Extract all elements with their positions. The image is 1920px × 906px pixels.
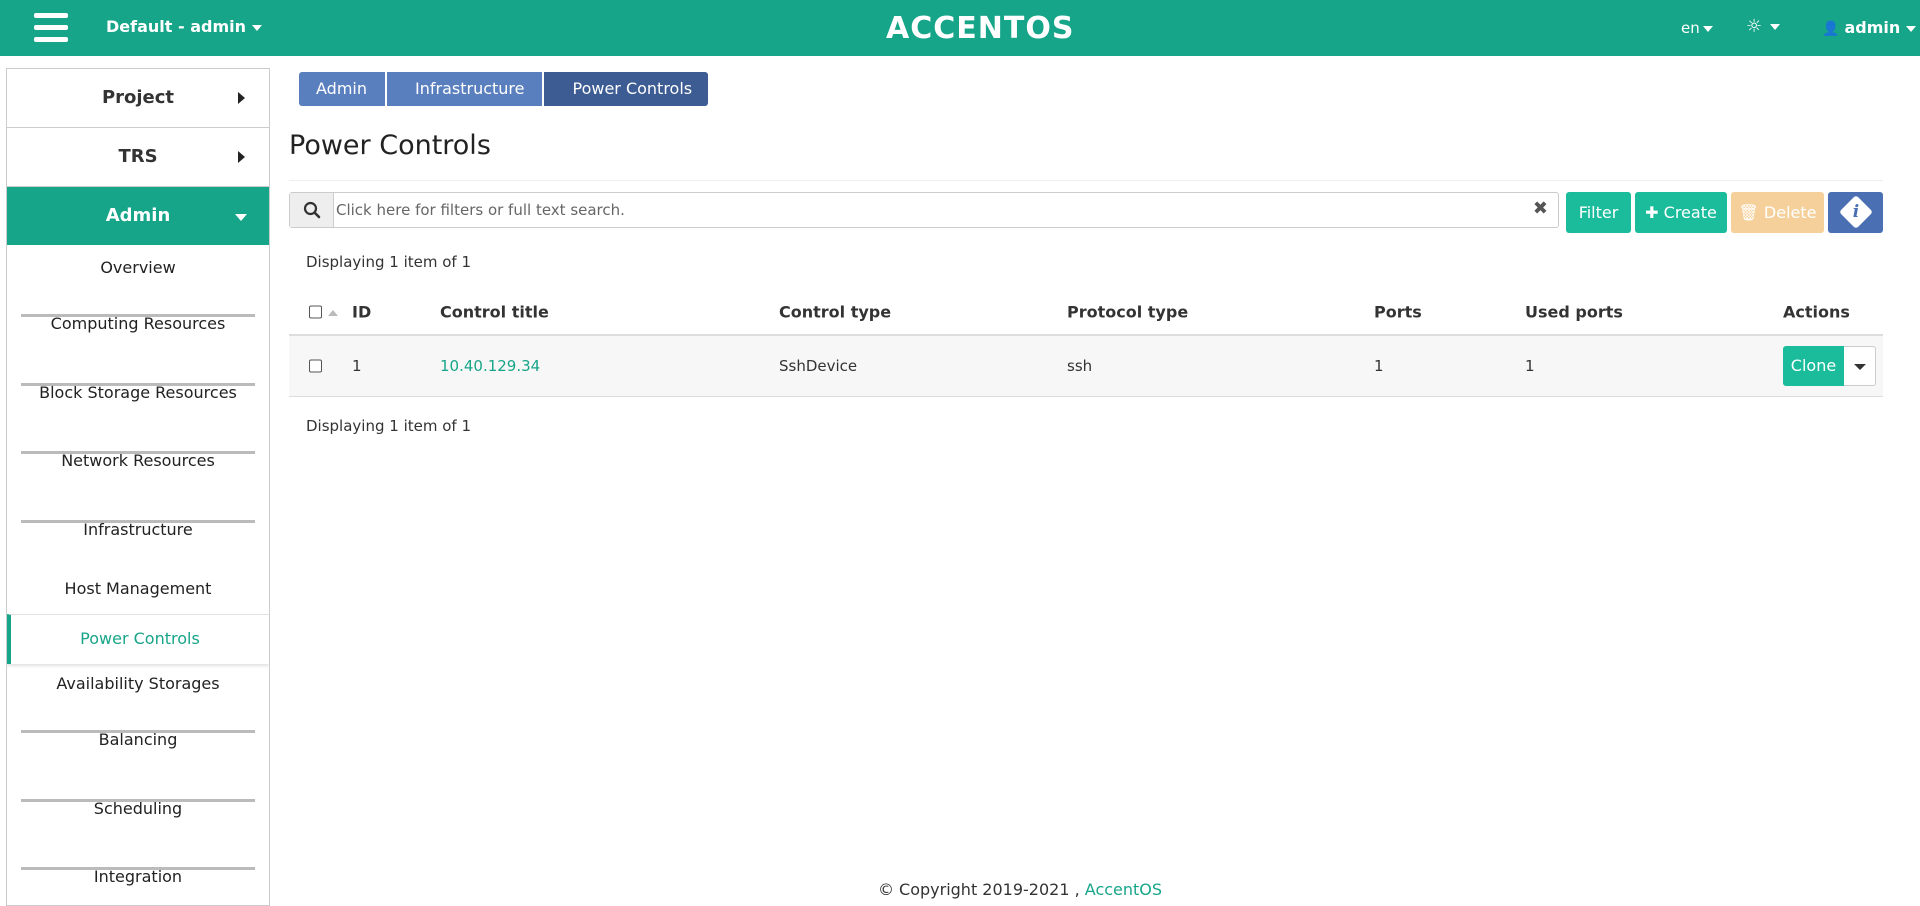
delete-button[interactable]: 🗑 Delete [1731,192,1824,233]
caret-down-icon [1770,24,1781,30]
divider [289,180,1883,181]
sidebar-item-scheduling[interactable]: Scheduling [7,799,269,834]
select-all-checkbox[interactable] [309,305,322,319]
sidebar-item-label: Infrastructure [83,520,193,539]
column-header-id[interactable]: ID [352,303,371,322]
sidebar-item-network-resources[interactable]: Network Resources [7,451,269,486]
column-header-actions: Actions [1783,302,1850,322]
breadcrumb-power-controls: Power Controls [544,72,709,106]
breadcrumb: Admin Infrastructure Power Controls [299,72,710,106]
sidebar-project[interactable]: Project [7,69,269,128]
page-title: Power Controls [289,130,491,161]
project-switcher-label: Default - admin [106,17,246,36]
language-selector[interactable]: en [1681,19,1713,37]
sidebar-item-label: Scheduling [93,799,183,818]
filter-button[interactable]: Filter [1566,192,1631,233]
footer: © Copyright 2019-2021 , AccentOS [0,880,1920,899]
sidebar-item-availability-storages[interactable]: Availability Storages [7,674,269,693]
search-icon [290,193,334,227]
item-count-bottom: Displaying 1 item of 1 [306,417,471,435]
delete-button-label: Delete [1763,203,1817,222]
sidebar-item-overview[interactable]: Overview [7,258,269,277]
table-header: ID Control title Control type Protocol t… [289,290,1883,336]
sidebar-item-label: Balancing [98,730,178,749]
info-button[interactable]: i [1828,192,1883,233]
column-header-protocol-type[interactable]: Protocol type [1067,303,1188,322]
sidebar-item-computing-resources[interactable]: Computing Resources [7,314,269,349]
sidebar-item-host-management[interactable]: Host Management [7,579,269,598]
user-name: admin [1844,18,1901,37]
sidebar-admin[interactable]: Admin [7,187,269,245]
breadcrumb-infrastructure[interactable]: Infrastructure [387,72,543,106]
sidebar: Project TRS Admin Overview Computing Res… [6,68,270,906]
user-icon: 👤 [1822,21,1840,37]
cell-control-type: SshDevice [779,357,858,375]
breadcrumb-admin[interactable]: Admin [299,72,385,106]
menu-icon[interactable] [34,13,68,43]
sidebar-item-label: Network Resources [61,451,215,470]
sun-icon: ☼ [1746,16,1763,37]
control-title-link[interactable]: 10.40.129.34 [440,357,540,375]
cell-id: 1 [352,357,362,375]
sidebar-project-label: Project [101,87,175,108]
caret-down-icon [1906,25,1917,32]
sidebar-trs-label: TRS [118,146,158,167]
sidebar-item-infrastructure[interactable]: Infrastructure [7,520,269,555]
chevron-right-icon [238,92,245,104]
actions-dropdown-toggle[interactable] [1844,346,1876,386]
table-row: 1 10.40.129.34 SshDevice ssh 1 1 Clone [289,336,1883,397]
language-label: en [1681,19,1700,37]
row-checkbox[interactable] [309,359,322,373]
cell-ports: 1 [1374,357,1384,375]
search-bar: ✖ [289,192,1559,228]
column-header-control-type[interactable]: Control type [779,303,891,322]
sidebar-item-balancing[interactable]: Balancing [7,730,269,765]
sort-asc-icon[interactable] [328,310,338,316]
plus-icon: ✚ [1645,203,1659,222]
info-icon: i [1838,195,1873,229]
theme-selector[interactable]: ☼ [1746,16,1781,37]
create-button[interactable]: ✚ Create [1635,192,1727,233]
logo: ACCENTOS [886,11,1075,46]
copyright-text: © Copyright 2019-2021 , [877,880,1080,899]
sidebar-trs[interactable]: TRS [7,128,269,187]
sidebar-admin-label: Admin [105,205,171,226]
column-header-ports[interactable]: Ports [1374,303,1422,322]
column-header-control-title[interactable]: Control title [440,303,549,322]
column-header-used-ports[interactable]: Used ports [1525,303,1623,322]
chevron-down-icon [235,214,247,221]
caret-down-icon [1702,25,1713,32]
row-actions: Clone [1783,346,1876,386]
close-icon[interactable]: ✖ [1533,198,1548,219]
sidebar-item-power-controls[interactable]: Power Controls [7,614,269,664]
clone-button[interactable]: Clone [1783,346,1844,386]
sidebar-item-block-storage-resources[interactable]: Block Storage Resources [7,383,269,418]
footer-brand-link[interactable]: AccentOS [1085,880,1162,899]
chevron-right-icon [238,151,245,163]
top-navbar: Default - admin ACCENTOS en ☼ 👤 admin [0,0,1920,56]
search-input[interactable] [336,193,1506,227]
trash-icon: 🗑 [1738,203,1759,222]
cell-used-ports: 1 [1525,357,1535,375]
caret-down-icon [252,24,262,31]
project-switcher[interactable]: Default - admin [106,17,262,36]
sidebar-item-label: Block Storage Resources [39,383,237,402]
user-menu[interactable]: 👤 admin [1822,18,1917,37]
create-button-label: Create [1663,203,1717,222]
sidebar-item-label: Computing Resources [50,314,226,333]
cell-protocol-type: ssh [1067,357,1093,375]
item-count-top: Displaying 1 item of 1 [306,253,471,271]
power-controls-table: ID Control title Control type Protocol t… [289,290,1883,397]
